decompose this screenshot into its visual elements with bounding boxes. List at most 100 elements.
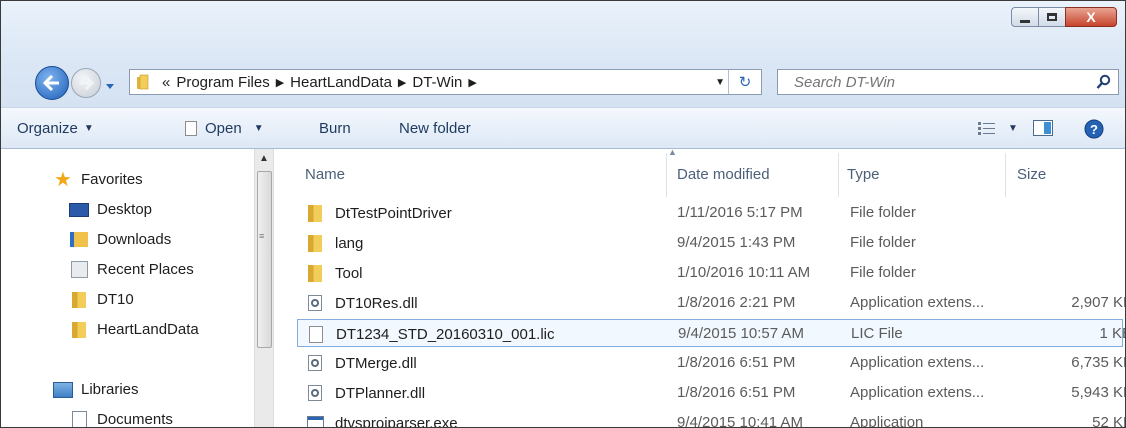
column-divider[interactable] (666, 153, 667, 197)
close-button[interactable]: X (1065, 7, 1117, 27)
file-size: 6,735 KB (1071, 354, 1125, 371)
breadcrumb-arrow-icon[interactable]: ▶ (276, 76, 284, 89)
file-type: File folder (850, 264, 916, 281)
breadcrumb-heartlanddata[interactable]: HeartLandData (290, 74, 392, 91)
file-row[interactable]: DTPlanner.dll 1/8/2016 6:51 PM Application… (297, 379, 1125, 407)
file-size: 2,907 KB (1071, 294, 1125, 311)
file-row[interactable]: lang 9/4/2015 1:43 PM File folder (297, 229, 1123, 257)
forward-button[interactable] (71, 68, 101, 98)
minimize-button[interactable] (1011, 7, 1039, 27)
file-size: 1 KB (1099, 325, 1125, 342)
burn-button[interactable]: Burn (319, 120, 351, 137)
file-row[interactable]: dtvsprojparser.exe 9/4/2015 10:41 AM Appli… (297, 409, 1125, 428)
recent-pages-dropdown[interactable] (105, 78, 115, 95)
exe-file-icon (305, 414, 325, 427)
sidebar-item-desktop[interactable]: Desktop (69, 201, 152, 218)
help-icon: ? (1084, 119, 1104, 139)
dll-file-icon (305, 294, 325, 312)
file-row[interactable]: DtTestPointDriver 1/11/2016 5:17 PM File f… (297, 199, 1123, 227)
organize-button[interactable]: Organize ▼ (17, 120, 94, 137)
sidebar-item-recent-places[interactable]: Recent Places (69, 261, 194, 278)
chevron-down-icon (106, 84, 114, 89)
file-type: Application extens... (850, 384, 985, 401)
navigation-scrollbar[interactable]: ▲ ≡ (254, 149, 274, 427)
sidebar-item-label: Downloads (97, 231, 172, 248)
file-date: 1/8/2016 6:51 PM (677, 384, 796, 401)
breadcrumb-overflow[interactable]: « (162, 74, 170, 91)
documents-icon (69, 411, 89, 427)
burn-label: Burn (319, 120, 351, 137)
file-name: dtvsprojparser.exe (335, 414, 458, 428)
sidebar-item-label: DT10 (97, 291, 134, 308)
file-name: DT1234_STD_20160310_001.lic (336, 325, 555, 343)
sidebar-item-dt10[interactable]: DT10 (69, 291, 134, 308)
explorer-window: X « Program Files ▶ HeartLandData ▶ DT-W… (0, 0, 1126, 428)
search-box[interactable] (777, 69, 1119, 95)
organize-label: Organize (17, 120, 78, 137)
libraries-header[interactable]: Libraries (53, 381, 139, 398)
file-name: DTMerge.dll (335, 354, 417, 372)
file-name: DTPlanner.dll (335, 384, 426, 402)
libraries-icon (53, 381, 73, 398)
file-date: 9/4/2015 10:41 AM (677, 414, 803, 428)
sidebar-item-heartlanddata[interactable]: HeartLandData (69, 321, 199, 338)
file-name: lang (335, 234, 364, 252)
title-bar: X (1, 1, 1125, 61)
libraries-label: Libraries (81, 381, 139, 398)
breadcrumb-program-files[interactable]: Program Files (176, 74, 269, 91)
file-type: Application extens... (850, 354, 985, 371)
file-row[interactable]: Tool 1/10/2016 10:11 AM File folder (297, 259, 1123, 287)
file-row[interactable]: DTMerge.dll 1/8/2016 6:51 PM Application e… (297, 349, 1125, 377)
folder-icon (136, 74, 152, 90)
search-icon[interactable] (1096, 74, 1112, 94)
file-name-cell: lang (305, 234, 363, 252)
dll-file-icon (305, 384, 325, 402)
file-name-cell: DT1234_STD_20160310_001.lic (306, 325, 555, 343)
sidebar-item-documents[interactable]: Documents (69, 411, 173, 427)
breadcrumb-arrow-icon[interactable]: ▶ (398, 76, 406, 89)
desktop-icon (69, 202, 89, 218)
file-row-selected[interactable]: DT1234_STD_20160310_001.lic 9/4/2015 10:5… (297, 319, 1125, 347)
sidebar-item-downloads[interactable]: Downloads (69, 231, 171, 248)
search-input[interactable] (792, 72, 1076, 92)
open-label: Open (205, 120, 242, 137)
refresh-icon: ↻ (738, 74, 752, 91)
file-type: File folder (850, 204, 916, 221)
file-name: Tool (335, 264, 363, 282)
file-row[interactable]: DT10Res.dll 1/8/2016 2:21 PM Application e… (297, 289, 1125, 317)
help-button[interactable]: ? (1084, 119, 1104, 139)
sort-ascending-icon: ▲ (668, 147, 677, 157)
file-name-cell: DT10Res.dll (305, 294, 418, 312)
change-view-button[interactable]: ▼ (978, 121, 1018, 135)
open-button[interactable]: Open ▼ (185, 120, 264, 137)
column-header-type[interactable]: Type (847, 149, 880, 199)
scroll-up-icon[interactable]: ▲ (255, 153, 273, 167)
maximize-button[interactable] (1038, 7, 1066, 27)
column-divider[interactable] (1005, 153, 1006, 197)
refresh-button[interactable]: ↻ (728, 70, 761, 94)
navigation-pane: ★ Favorites Desktop Downloads Recent Pla… (1, 149, 275, 427)
window-controls: X (1011, 7, 1117, 27)
breadcrumb-arrow-icon[interactable]: ▶ (468, 76, 476, 89)
file-icon (185, 121, 197, 136)
back-button[interactable] (35, 66, 69, 100)
address-dropdown-icon[interactable]: ▼ (715, 77, 725, 88)
preview-pane-icon (1033, 120, 1053, 136)
file-name: DT10Res.dll (335, 294, 418, 312)
breadcrumb-dt-win[interactable]: DT-Win (412, 74, 462, 91)
favorites-header[interactable]: ★ Favorites (53, 169, 143, 191)
column-header-name[interactable]: Name (305, 149, 345, 199)
scroll-grip-icon: ≡ (259, 231, 264, 241)
column-header-date-modified[interactable]: Date modified (677, 149, 770, 199)
scrollbar-thumb[interactable] (257, 171, 272, 348)
new-folder-button[interactable]: New folder (399, 120, 471, 137)
file-size: 5,943 KB (1071, 384, 1125, 401)
file-date: 1/8/2016 6:51 PM (677, 354, 796, 371)
file-size: 52 KB (1092, 414, 1125, 428)
column-header-size[interactable]: Size (1017, 149, 1046, 199)
column-date-label: Date modified (677, 165, 770, 183)
preview-pane-button[interactable] (1033, 120, 1053, 136)
folder-icon (305, 234, 325, 252)
address-bar[interactable]: « Program Files ▶ HeartLandData ▶ DT-Win… (129, 69, 762, 95)
column-divider[interactable] (838, 153, 839, 197)
